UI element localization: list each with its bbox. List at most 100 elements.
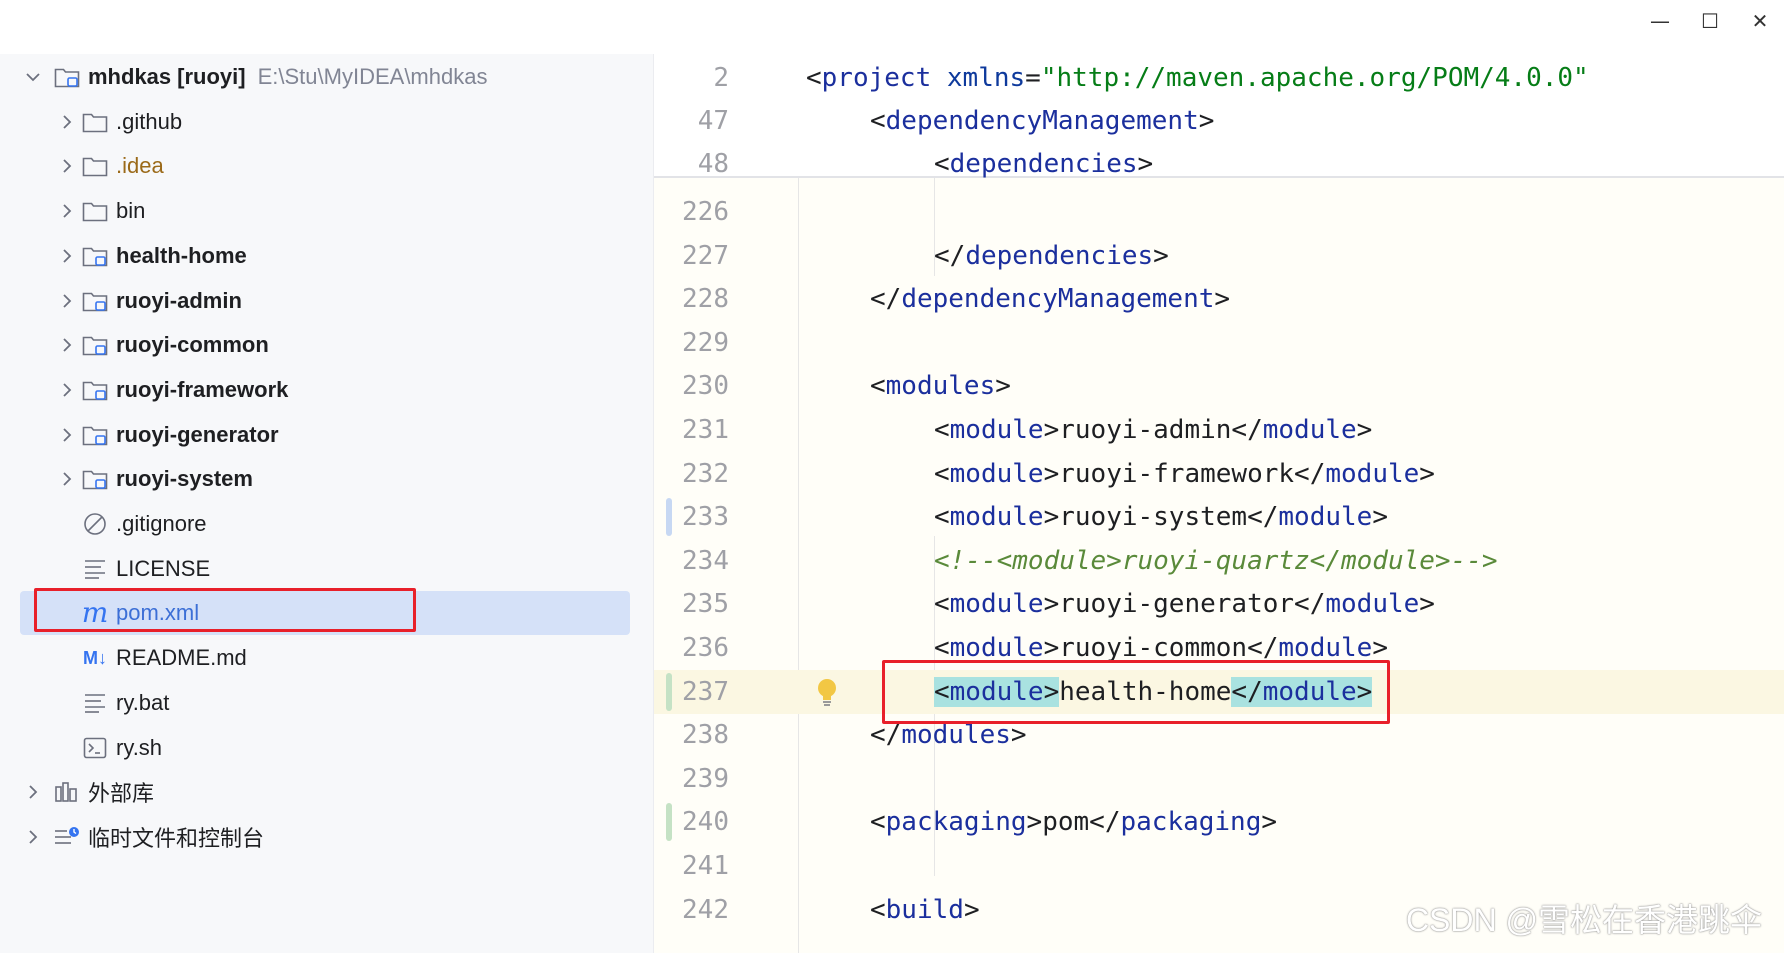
- code-line[interactable]: 240 <packaging>pom</packaging>: [654, 800, 1784, 844]
- chevron-right-icon[interactable]: [61, 115, 73, 129]
- line-number: 234: [682, 545, 729, 576]
- code-editor[interactable]: 2 <project xmlns="http://maven.apache.org…: [654, 54, 1784, 953]
- folder-icon: [80, 189, 110, 233]
- tree-item-ry-bat[interactable]: ry.bat: [20, 681, 630, 725]
- chevron-right-icon[interactable]: [61, 338, 73, 352]
- chevron-right-icon[interactable]: [61, 293, 73, 308]
- tree-item-label: .idea: [116, 153, 164, 179]
- tree-item-readme-md[interactable]: M↓ README.md: [20, 636, 630, 680]
- change-marker[interactable]: [666, 672, 672, 711]
- folder-icon: [80, 144, 110, 188]
- shell-file-icon: [80, 726, 110, 770]
- tree-root-item[interactable]: mhdkas [ruoyi] E:\Stu\MyIDEA\mhdkas: [20, 55, 630, 99]
- tree-item-label: health-home: [116, 242, 247, 268]
- tree-item-label: ruoyi-common: [116, 332, 269, 358]
- text-file-icon: [80, 547, 110, 591]
- folder-icon: [80, 100, 110, 144]
- code-line[interactable]: 226: [654, 190, 1784, 234]
- tree-item-github[interactable]: .github: [20, 100, 630, 144]
- tree-item-scratches[interactable]: 临时文件和控制台: [20, 815, 630, 859]
- code-text: <module>ruoyi-admin</module>: [934, 415, 1373, 445]
- line-number: 238: [682, 720, 729, 751]
- module-folder-icon: [52, 55, 82, 99]
- chevron-right-icon[interactable]: [61, 383, 73, 397]
- project-module: [ruoyi]: [177, 64, 246, 89]
- code-line[interactable]: 229: [654, 321, 1784, 365]
- tree-item-ruoyi-framework[interactable]: ruoyi-framework: [20, 368, 630, 412]
- lightbulb-icon[interactable]: [816, 678, 838, 712]
- line-number: 47: [697, 106, 729, 136]
- chevron-right-icon[interactable]: [61, 204, 73, 218]
- tree-item-label: ruoyi-framework: [116, 376, 289, 402]
- code-line[interactable]: 48 <dependencies>: [654, 142, 1784, 186]
- minimize-button[interactable]: —: [1638, 6, 1682, 36]
- title-bar: — ☐ ✕: [0, 0, 1784, 55]
- tree-item-health-home[interactable]: health-home: [20, 234, 630, 278]
- close-button[interactable]: ✕: [1738, 6, 1782, 36]
- code-line[interactable]: 47 <dependencyManagement>: [654, 99, 1784, 143]
- chevron-right-icon[interactable]: [61, 159, 73, 174]
- code-line[interactable]: 2 <project xmlns="http://maven.apache.org…: [654, 56, 1784, 100]
- code-text: <!--<module>ruoyi-quartz</module>-->: [934, 545, 1498, 576]
- tree-item-label: ry.bat: [116, 689, 170, 715]
- chevron-right-icon[interactable]: [27, 830, 39, 844]
- line-number: 235: [682, 589, 729, 620]
- code-text: <dependencyManagement>: [870, 106, 1215, 136]
- tree-item-label: .gitignore: [116, 511, 207, 536]
- module-folder-icon: [80, 368, 110, 412]
- code-line[interactable]: 227 </dependencies>: [654, 234, 1784, 278]
- chevron-right-icon[interactable]: [61, 249, 73, 263]
- maximize-button[interactable]: ☐: [1688, 6, 1732, 36]
- tree-item-ruoyi-system[interactable]: ruoyi-system: [20, 457, 630, 501]
- change-marker[interactable]: [666, 498, 672, 537]
- module-folder-icon: [80, 323, 110, 367]
- tree-item-external-libraries[interactable]: 外部库: [20, 770, 630, 814]
- line-number: 232: [682, 458, 729, 489]
- project-name: mhdkas: [88, 64, 172, 89]
- tree-item-label: ruoyi-generator: [116, 421, 279, 447]
- code-line[interactable]: 230 <modules>: [654, 364, 1784, 408]
- project-tree: mhdkas [ruoyi] E:\Stu\MyIDEA\mhdkas .github…: [0, 54, 654, 953]
- code-area[interactable]: 226 227 </dependencies> 228 </dependencyMana…: [654, 176, 1784, 953]
- tree-item-ruoyi-common[interactable]: ruoyi-common: [20, 323, 630, 367]
- tree-item-license[interactable]: LICENSE: [20, 547, 630, 591]
- tree-item-gitignore[interactable]: .gitignore: [20, 502, 630, 546]
- chevron-down-icon[interactable]: [26, 71, 40, 83]
- code-line[interactable]: 231 <module>ruoyi-admin</module>: [654, 408, 1784, 452]
- code-text: <build>: [870, 894, 980, 925]
- module-folder-icon: [80, 413, 110, 457]
- line-number: 228: [682, 284, 729, 315]
- code-line[interactable]: 239: [654, 757, 1784, 801]
- line-number: 226: [682, 197, 729, 227]
- tree-item-bin[interactable]: bin: [20, 189, 630, 233]
- watermark: CSDN @雪松在香港跳伞: [1405, 902, 1762, 938]
- chevron-right-icon[interactable]: [61, 472, 73, 486]
- tree-item-ruoyi-admin[interactable]: ruoyi-admin: [20, 279, 630, 323]
- chevron-right-icon[interactable]: [27, 785, 39, 799]
- code-line[interactable]: 234 <!--<module>ruoyi-quartz</module>-->: [654, 539, 1784, 583]
- line-number: 242: [682, 894, 729, 925]
- code-text: <dependencies>: [934, 149, 1154, 179]
- tree-item-idea[interactable]: .idea: [20, 144, 630, 188]
- highlight-box: [34, 588, 416, 633]
- code-line[interactable]: 232 <module>ruoyi-framework</module>: [654, 452, 1784, 496]
- tree-item-ruoyi-generator[interactable]: ruoyi-generator: [20, 413, 630, 457]
- change-marker[interactable]: [666, 803, 672, 842]
- chevron-right-icon[interactable]: [61, 427, 73, 442]
- line-number: 229: [682, 327, 729, 358]
- text-file-icon: [80, 681, 110, 725]
- sticky-header: 2 <project xmlns="http://maven.apache.org…: [654, 54, 1784, 179]
- tree-item-ry-sh[interactable]: ry.sh: [20, 726, 630, 770]
- code-line[interactable]: 241: [654, 844, 1784, 888]
- tree-item-label: ruoyi-system: [116, 466, 253, 492]
- line-number: 230: [682, 371, 729, 402]
- module-folder-icon: [80, 234, 110, 278]
- module-folder-icon: [80, 279, 110, 323]
- code-line[interactable]: 228 </dependencyManagement>: [654, 277, 1784, 321]
- code-text: </dependencyManagement>: [870, 284, 1231, 315]
- tree-item-label: ruoyi-admin: [116, 287, 242, 313]
- code-line[interactable]: 233 <module>ruoyi-system</module>: [654, 495, 1784, 539]
- line-number: 239: [682, 763, 729, 794]
- code-text: </dependencies>: [934, 240, 1169, 271]
- code-line[interactable]: 235 <module>ruoyi-generator</module>: [654, 582, 1784, 626]
